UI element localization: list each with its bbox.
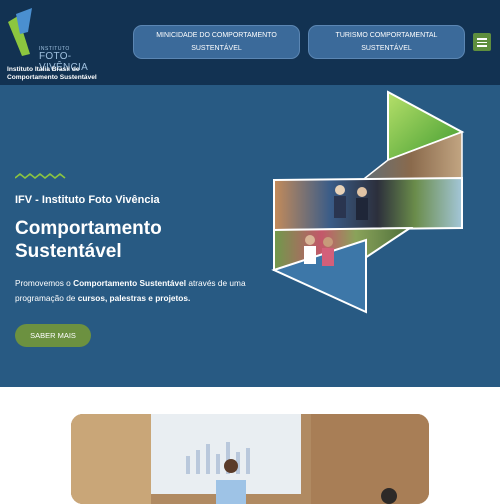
nav-button-minicidade[interactable]: MINICIDADE DO COMPORTAMENTO SUSTENTÁVEL	[133, 25, 300, 59]
presentation-photo-image	[71, 414, 429, 504]
hero-collage-image	[271, 90, 465, 314]
logo-mark-icon	[8, 8, 32, 56]
hero-desc-text-1: Promovemos o	[15, 278, 74, 288]
hero-eyebrow: IFV - Instituto Foto Vivência	[15, 194, 160, 206]
hamburger-icon[interactable]	[473, 33, 491, 51]
zigzag-divider-icon	[15, 172, 66, 180]
saber-mais-button[interactable]: SABER MAIS	[15, 324, 91, 347]
event-photo	[71, 414, 429, 504]
hero-desc-bold-1: Comportamento Sustentável	[73, 278, 187, 288]
logo[interactable]: INSTITUTO FOTO-VIVÊNCIA Instituto Itália…	[6, 6, 116, 81]
logo-tagline: Instituto Itália Brasil de Comportamento…	[7, 66, 97, 81]
hero-desc-bold-2: cursos, palestras e projetos.	[77, 293, 191, 303]
site-header: INSTITUTO FOTO-VIVÊNCIA Instituto Itália…	[0, 0, 500, 85]
hero-description: Promovemos o Comportamento Sustentável a…	[15, 276, 260, 306]
hero-title: Comportamento Sustentável	[15, 218, 162, 262]
nav-button-turismo[interactable]: TURISMO COMPORTAMENTAL SUSTENTÁVEL	[308, 25, 465, 59]
